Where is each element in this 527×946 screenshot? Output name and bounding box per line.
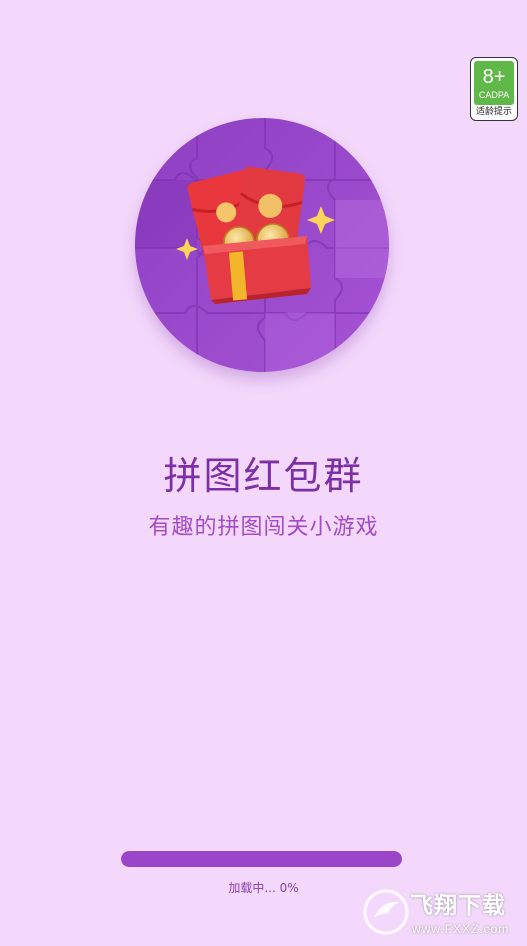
bird-logo-icon <box>363 889 409 935</box>
age-rating-green-panel: 8+ CADPA <box>474 61 514 105</box>
app-title: 拼图红包群 <box>163 454 364 498</box>
watermark: 飞翔下载 www.FXXZ.com <box>360 886 520 942</box>
watermark-text: 飞翔下载 <box>410 893 506 919</box>
hero-illustration <box>135 118 389 372</box>
app-subtitle: 有趣的拼图闯关小游戏 <box>148 515 379 540</box>
age-rating-value: 8+ <box>482 66 506 88</box>
age-rating-hint: 适龄提示 <box>475 107 512 117</box>
loading-progress-bar <box>121 851 402 867</box>
red-envelope-gift-box-icon <box>135 118 389 372</box>
age-rating-badge: 8+ CADPA 适龄提示 <box>470 57 518 121</box>
age-rating-org: CADPA <box>478 90 510 100</box>
watermark-url: www.FXXZ.com <box>412 922 510 936</box>
loading-progress-fill <box>121 851 402 867</box>
